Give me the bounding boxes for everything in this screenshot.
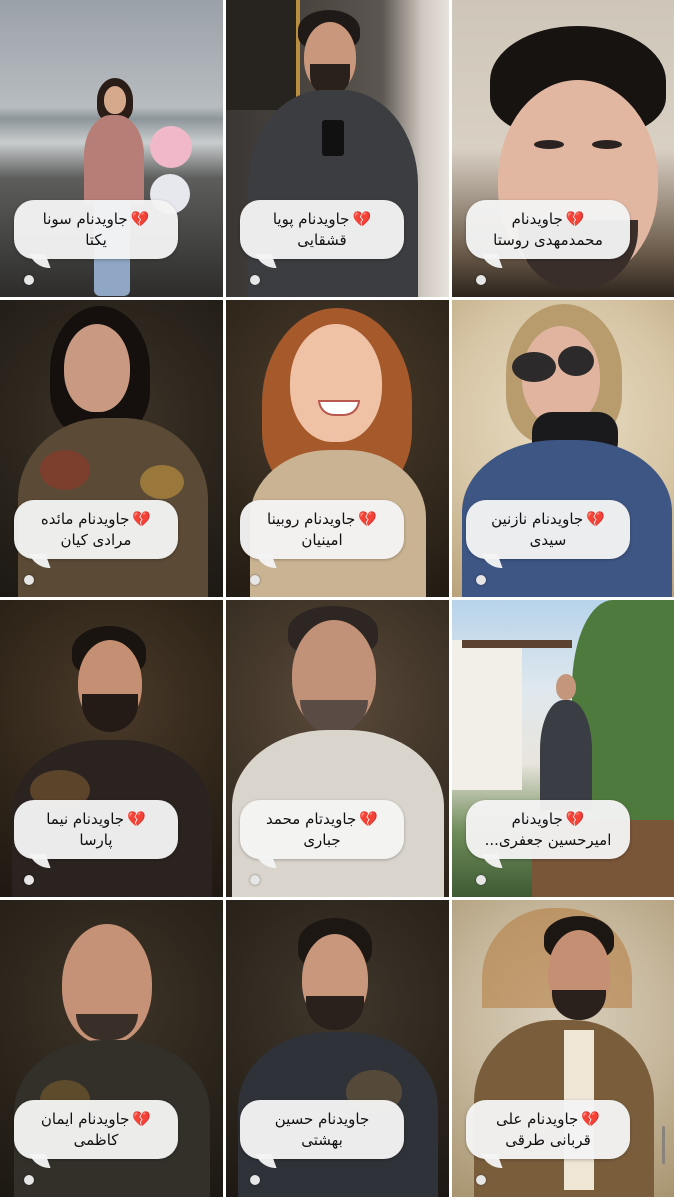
- caption-line-2: سیدی: [529, 531, 567, 549]
- caption-line-1: جاویدنام نازنین: [491, 510, 584, 528]
- caption-line-1: جاویدنام سونا: [42, 210, 128, 228]
- heart-icon: 💔: [130, 210, 150, 228]
- heart-icon: 💔: [358, 510, 377, 528]
- caption-line-1: جاویدنام نیما: [46, 810, 125, 828]
- video-tile-10[interactable]: 💔جاویدنام ایمان کاظمی: [0, 900, 223, 1197]
- caption-line-2: امیرحسین جعفری...: [484, 831, 612, 849]
- caption-bubble: 💔جاویدنام مائده مرادی کیان: [14, 500, 178, 559]
- video-tile-4[interactable]: 💔جاویدنام مائده مرادی کیان: [0, 300, 223, 597]
- video-tile-11[interactable]: جاویدنام حسین بهشتی: [226, 900, 449, 1197]
- multi-slide-indicator: [250, 575, 260, 585]
- caption-bubble: 💔جاویدنام سونا یکتا: [14, 200, 178, 259]
- heart-icon: 💔: [352, 210, 372, 228]
- caption-line-2: جباری: [303, 831, 341, 849]
- caption-line-1: جاویدنام: [511, 810, 563, 828]
- heart-icon: 💔: [359, 810, 378, 828]
- caption-bubble: جاویدنام حسین بهشتی: [240, 1100, 404, 1159]
- caption-line-1: جاویدنام روبینا: [267, 510, 356, 528]
- multi-slide-indicator: [476, 575, 486, 585]
- caption-bubble: 💔جاویدنام محمدمهدی روستا: [466, 200, 630, 259]
- multi-slide-indicator: [24, 575, 34, 585]
- heart-icon: 💔: [132, 1110, 152, 1128]
- caption-line-2: بهشتی: [301, 1131, 343, 1149]
- scrollbar[interactable]: [662, 1126, 665, 1164]
- video-tile-12[interactable]: 💔جاویدنام علی قربانی طرقی: [452, 900, 674, 1197]
- caption-bubble: 💔جاویدتام محمد جباری: [240, 800, 404, 859]
- caption-line-2: کاظمی: [73, 1131, 119, 1149]
- caption-bubble: 💔جاویدنام ایمان کاظمی: [14, 1100, 178, 1159]
- caption-bubble: 💔جاویدنام نیما پارسا: [14, 800, 178, 859]
- caption-bubble: 💔جاویدنام امیرحسین جعفری...: [466, 800, 630, 859]
- multi-slide-indicator: [24, 1175, 34, 1185]
- multi-slide-indicator: [250, 275, 260, 285]
- caption-line-1: جاویدنام ایمان: [40, 1110, 130, 1128]
- caption-line-1: جاویدنام مائده: [40, 510, 130, 528]
- caption-bubble: 💔جاویدنام پویا قشقایی: [240, 200, 404, 259]
- multi-slide-indicator: [476, 1175, 486, 1185]
- video-tile-5[interactable]: 💔جاویدنام روبینا امینیان: [226, 300, 449, 597]
- video-tile-6[interactable]: 💔جاویدنام نازنین سیدی: [452, 300, 674, 597]
- video-tile-3[interactable]: 💔جاویدنام محمدمهدی روستا: [452, 0, 674, 297]
- caption-line-1: جاویدنام پویا: [272, 210, 350, 228]
- multi-slide-indicator: [476, 275, 486, 285]
- caption-line-1: جاویدنام حسین: [274, 1110, 370, 1128]
- heart-icon: 💔: [586, 510, 605, 528]
- video-tile-8[interactable]: 💔جاویدتام محمد جباری: [226, 600, 449, 897]
- multi-slide-indicator: [250, 875, 260, 885]
- caption-bubble: 💔جاویدنام نازنین سیدی: [466, 500, 630, 559]
- caption-line-2: قربانی طرقی: [505, 1131, 591, 1149]
- caption-line-1: جاویدنام علی: [495, 1110, 579, 1128]
- caption-line-2: محمدمهدی روستا: [493, 231, 603, 249]
- caption-line-1: جاویدنام: [511, 210, 563, 228]
- video-grid: 💔جاویدنام سونا یکتا 💔جاویدنام پویا قشقای…: [0, 0, 674, 1199]
- caption-line-2: پارسا: [79, 831, 113, 849]
- caption-line-2: امینیان: [301, 531, 343, 549]
- heart-icon: 💔: [581, 1110, 601, 1128]
- video-tile-9[interactable]: 💔جاویدنام امیرحسین جعفری...: [452, 600, 674, 897]
- caption-line-2: مرادی کیان: [60, 531, 132, 549]
- caption-bubble: 💔جاویدنام علی قربانی طرقی: [466, 1100, 630, 1159]
- video-tile-7[interactable]: 💔جاویدنام نیما پارسا: [0, 600, 223, 897]
- heart-icon: 💔: [132, 510, 152, 528]
- heart-icon: 💔: [127, 810, 146, 828]
- multi-slide-indicator: [24, 875, 34, 885]
- caption-line-1: جاویدتام محمد: [266, 810, 357, 828]
- video-tile-1[interactable]: 💔جاویدنام سونا یکتا: [0, 0, 223, 297]
- heart-icon: 💔: [565, 810, 585, 828]
- caption-line-2: یکتا: [85, 231, 107, 249]
- caption-bubble: 💔جاویدنام روبینا امینیان: [240, 500, 404, 559]
- multi-slide-indicator: [476, 875, 486, 885]
- caption-line-2: قشقایی: [297, 231, 347, 249]
- heart-icon: 💔: [565, 210, 585, 228]
- multi-slide-indicator: [24, 275, 34, 285]
- multi-slide-indicator: [250, 1175, 260, 1185]
- video-tile-2[interactable]: 💔جاویدنام پویا قشقایی: [226, 0, 449, 297]
